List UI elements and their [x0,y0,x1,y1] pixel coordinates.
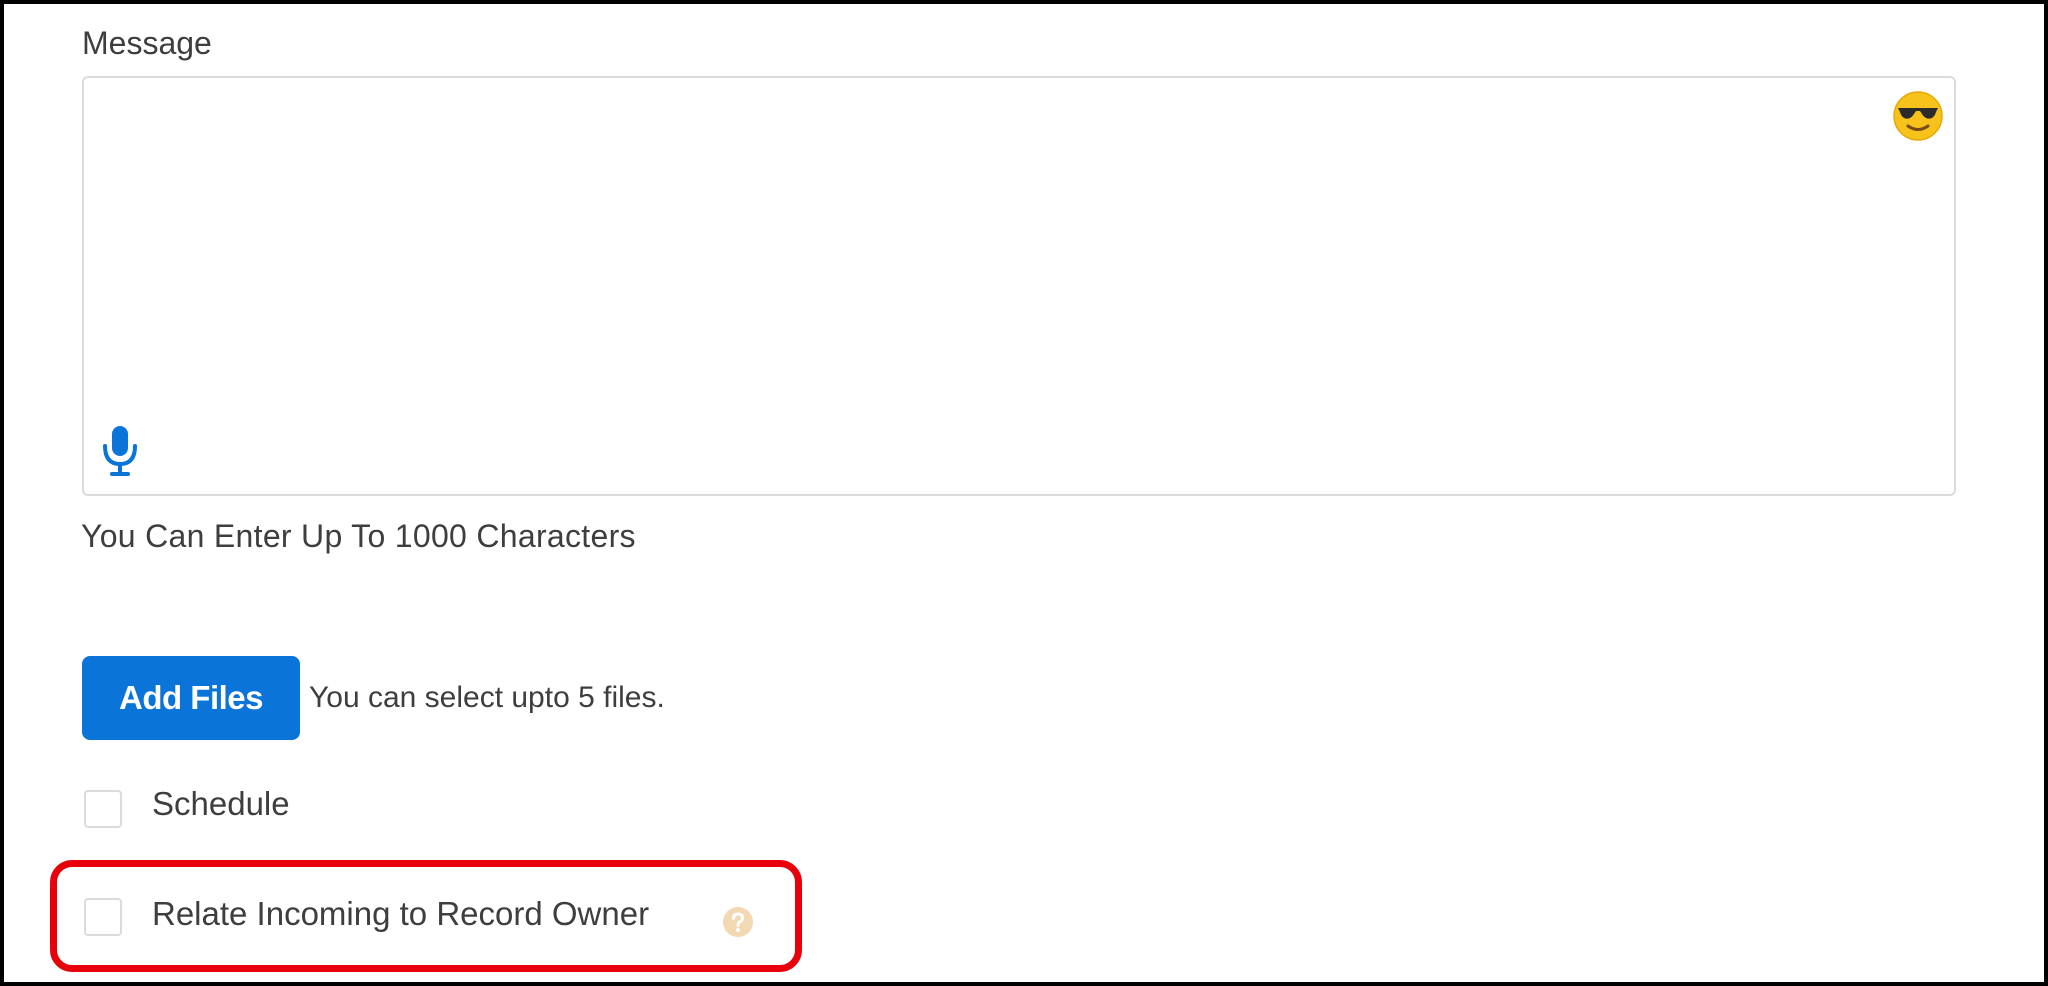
form-frame: Message You Can Enter Up To 1000 Charact… [0,0,2048,986]
character-limit-text: You Can Enter Up To 1000 Characters [81,518,636,554]
schedule-label[interactable]: Schedule [152,782,290,826]
file-limit-hint: You can select upto 5 files. [309,681,665,714]
message-label: Message [82,25,212,61]
message-textarea[interactable] [82,76,1956,496]
schedule-checkbox[interactable] [84,790,122,828]
smiling-face-with-sunglasses-icon[interactable] [1892,90,1944,142]
highlight-annotation [50,860,802,972]
microphone-icon[interactable] [98,424,142,478]
add-files-button[interactable]: Add Files [82,656,300,740]
